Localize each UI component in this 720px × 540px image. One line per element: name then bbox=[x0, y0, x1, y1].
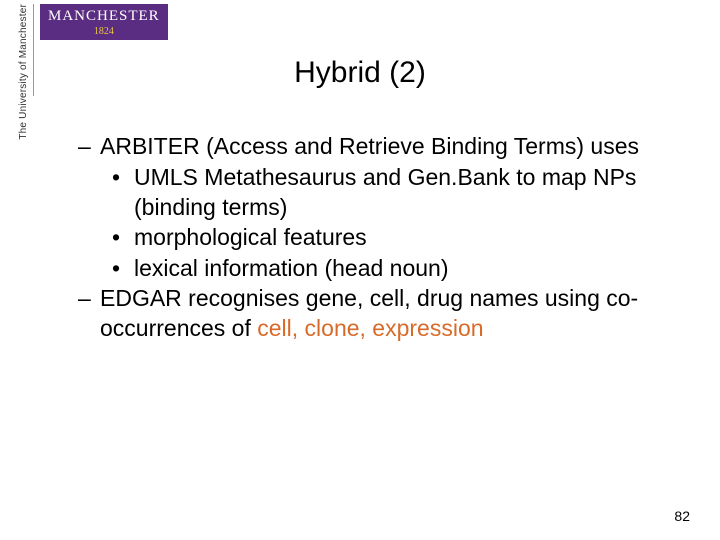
logo-badge: MANCHESTER 1824 bbox=[40, 4, 168, 40]
subbullet-morph: morphological features bbox=[112, 223, 658, 252]
bullet-arbiter: ARBITER (Access and Retrieve Binding Ter… bbox=[78, 132, 658, 161]
bullet-text: UMLS Metathesaurus and Gen.Bank to map N… bbox=[134, 164, 636, 219]
bullet-edgar: EDGAR recognises gene, cell, drug names … bbox=[78, 284, 658, 343]
bullet-text: morphological features bbox=[134, 224, 367, 250]
page-number: 82 bbox=[674, 508, 690, 524]
subbullet-lexical: lexical information (head noun) bbox=[112, 254, 658, 283]
logo-badge-line1: MANCHESTER bbox=[48, 8, 160, 25]
bullet-text: lexical information (head noun) bbox=[134, 255, 449, 281]
bullet-text: ARBITER (Access and Retrieve Binding Ter… bbox=[100, 133, 639, 159]
logo-badge-line2: 1824 bbox=[48, 26, 160, 37]
slide-body: ARBITER (Access and Retrieve Binding Ter… bbox=[78, 132, 658, 345]
subbullet-umls: UMLS Metathesaurus and Gen.Bank to map N… bbox=[112, 163, 658, 222]
bullet-text-highlight: cell, clone, expression bbox=[257, 315, 483, 341]
slide-title: Hybrid (2) bbox=[0, 56, 720, 90]
